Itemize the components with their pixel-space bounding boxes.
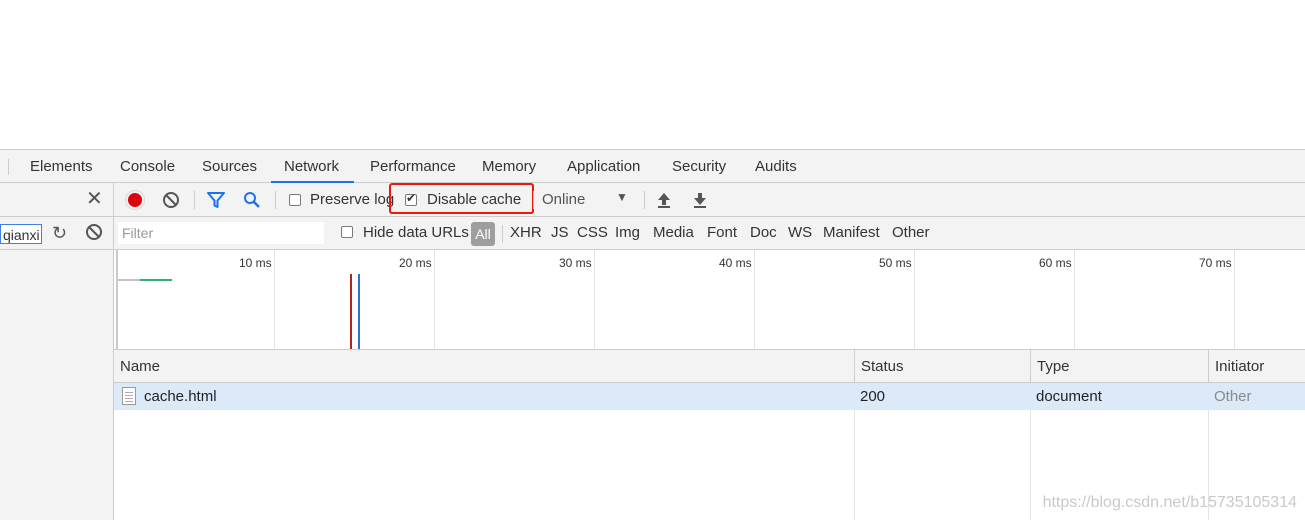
type-filter-js[interactable]: JS: [551, 223, 569, 243]
disable-cache-label[interactable]: Disable cache: [427, 190, 521, 210]
timeline-tick-label: 50 ms: [879, 256, 912, 270]
timeline-gridline: [1234, 250, 1235, 349]
request-initiator: Other: [1214, 388, 1252, 405]
tab-performance[interactable]: Performance: [370, 150, 456, 182]
timeline-tick-label: 30 ms: [559, 256, 592, 270]
type-filter-ws[interactable]: WS: [788, 223, 812, 243]
domcontentloaded-marker: [358, 274, 360, 349]
tab-audits[interactable]: Audits: [755, 150, 797, 182]
clear-log-icon[interactable]: [162, 191, 180, 209]
type-filter-media[interactable]: Media: [653, 223, 694, 243]
request-name[interactable]: cache.html: [138, 383, 217, 410]
toolbar-separator: [644, 191, 645, 209]
toolbar-separator: [194, 191, 195, 209]
throttling-select[interactable]: Online: [542, 190, 585, 210]
type-filter-font[interactable]: Font: [707, 223, 737, 243]
refresh-icon[interactable]: ↻: [52, 222, 67, 244]
type-filter-manifest[interactable]: Manifest: [823, 223, 880, 243]
type-filter-css[interactable]: CSS: [577, 223, 608, 243]
page-viewport: [0, 0, 1305, 149]
timeline-start-line: [116, 250, 118, 349]
record-button[interactable]: [128, 193, 142, 207]
column-divider: [854, 410, 855, 520]
load-event-marker: [350, 274, 352, 349]
type-filter-img[interactable]: Img: [615, 223, 640, 243]
tab-separator: [8, 159, 9, 175]
toolbar-separator: [275, 191, 276, 209]
timeline-tick-label: 70 ms: [1199, 256, 1232, 270]
timeline-gridline: [434, 250, 435, 349]
timeline-gridline: [274, 250, 275, 349]
timeline-tick-label: 40 ms: [719, 256, 752, 270]
filter-input[interactable]: Filter: [118, 222, 324, 244]
timeline-tick-label: 10 ms: [239, 256, 272, 270]
tab-elements[interactable]: Elements: [30, 150, 93, 182]
watermark: https://blog.csdn.net/b15735105314: [1042, 494, 1297, 511]
hide-data-urls-label[interactable]: Hide data URLs: [363, 223, 469, 243]
search-drawer-header: ✕: [0, 183, 114, 217]
timeline-gridline: [754, 250, 755, 349]
timeline-request-waiting-bar: [118, 279, 140, 281]
column-header-name[interactable]: Name: [114, 350, 854, 382]
import-har-icon[interactable]: [656, 191, 672, 209]
timeline-tick-label: 20 ms: [399, 256, 432, 270]
timeline-overview[interactable]: 10 ms 20 ms 30 ms 40 ms 50 ms 60 ms 70 m…: [114, 250, 1305, 350]
column-header-initiator[interactable]: Initiator: [1208, 350, 1305, 382]
tab-security[interactable]: Security: [672, 150, 726, 182]
export-har-icon[interactable]: [692, 191, 708, 209]
preserve-log-checkbox[interactable]: [289, 194, 301, 206]
preserve-log-label[interactable]: Preserve log: [310, 190, 394, 210]
table-row[interactable]: cache.html 200 document Other: [114, 383, 1305, 410]
search-drawer-results: [0, 250, 114, 520]
toolbar-separator: [533, 191, 534, 209]
hide-data-urls-checkbox[interactable]: [341, 226, 353, 238]
clear-icon[interactable]: [85, 223, 103, 241]
timeline-tick-label: 60 ms: [1039, 256, 1072, 270]
request-status: 200: [860, 388, 886, 405]
column-header-type[interactable]: Type: [1030, 350, 1208, 382]
type-filter-doc[interactable]: Doc: [750, 223, 777, 243]
tab-console[interactable]: Console: [120, 150, 175, 182]
column-header-status[interactable]: Status: [854, 350, 1030, 382]
request-type: document: [1036, 388, 1102, 405]
close-icon[interactable]: ✕: [86, 187, 103, 211]
timeline-gridline: [1074, 250, 1075, 349]
search-input[interactable]: qianxi: [0, 224, 42, 244]
type-filter-all[interactable]: All: [471, 222, 495, 246]
requests-table-header: Name Status Type Initiator: [114, 350, 1305, 383]
network-toolbar: Preserve log Disable cache Online ▼: [114, 183, 1305, 217]
type-filter-xhr[interactable]: XHR: [510, 223, 542, 243]
disable-cache-checkbox[interactable]: [405, 191, 417, 206]
devtools-tab-strip: Elements Console Sources Network Perform…: [0, 149, 1305, 183]
document-file-icon: [122, 387, 136, 405]
toolbar-separator: [502, 225, 503, 243]
tab-network[interactable]: Network: [270, 150, 355, 183]
tab-sources[interactable]: Sources: [202, 150, 257, 182]
tab-memory[interactable]: Memory: [482, 150, 536, 182]
search-icon[interactable]: [242, 191, 262, 209]
tab-application[interactable]: Application: [567, 150, 640, 182]
search-drawer-toolbar: qianxi ↻: [0, 217, 114, 250]
filter-bar: Filter Hide data URLs All XHR JS CSS Img…: [114, 217, 1305, 250]
dropdown-arrow-icon[interactable]: ▼: [616, 190, 628, 204]
column-divider: [1030, 410, 1031, 520]
timeline-gridline: [594, 250, 595, 349]
timeline-gridline: [914, 250, 915, 349]
timeline-request-bar: [140, 279, 172, 281]
filter-icon[interactable]: [206, 191, 226, 209]
type-filter-other[interactable]: Other: [892, 223, 930, 243]
